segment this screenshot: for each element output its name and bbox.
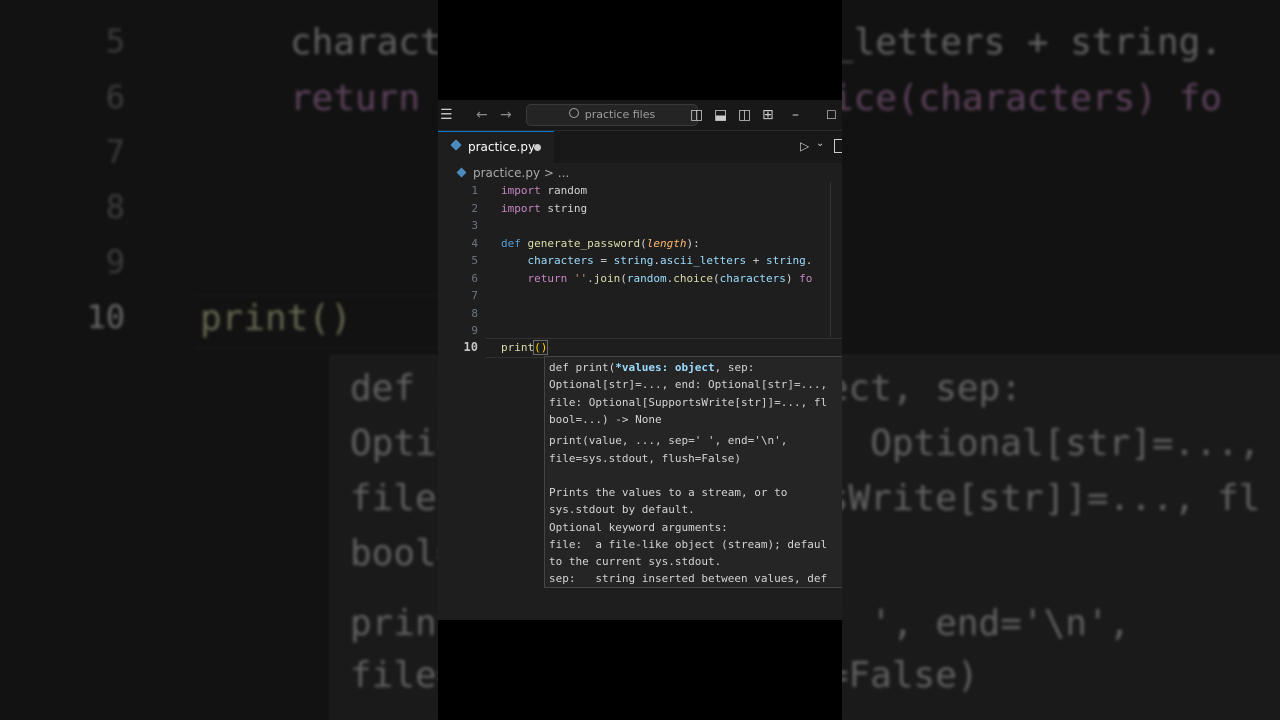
hover-doc-line: print(value, ..., sep=' ', end='\n', [549, 434, 788, 447]
tab-bar: practice.py ▷ ⌄ [438, 131, 842, 164]
hover-signature-line: bool=...) -> None [549, 413, 662, 426]
toggle-primary-sidebar-icon[interactable]: ◫ [690, 106, 703, 124]
code-text: return ''.join(random.choice(characters)… [527, 271, 813, 285]
bg-code-line: return ''.join(random.choice(characters)… [842, 78, 1222, 119]
bg-hover-line: file=sys.stdout, flush=False) [350, 655, 438, 696]
code-line[interactable]: 1 import random [438, 182, 842, 199]
bg-hover-line: print(value, ..., sep=' ', end='\n', [842, 603, 1131, 644]
title-bar: ☰ ← → practice files ◫ ⬓ ◫ ⊞ – ☐ [438, 100, 842, 131]
hover-doc-line: file: a file-like object (stream); defau… [549, 538, 828, 551]
code-line[interactable]: 2 import string [438, 200, 842, 217]
bg-hover-line: def print(*values: object, sep: [350, 368, 438, 409]
tab-practice-py[interactable]: practice.py [438, 131, 554, 164]
bg-hover-line: file=sys.stdout, flush=False) [842, 655, 979, 696]
maximize-icon[interactable]: ☐ [826, 106, 837, 124]
hover-signature-line: Optional[str]=..., end: Optional[str]=..… [549, 378, 828, 391]
bg-code-line: characters = string.ascii_letters + stri… [290, 22, 438, 63]
run-icon[interactable]: ▷ [800, 139, 809, 153]
hover-doc-line: sys.stdout by default. [549, 503, 695, 516]
minimize-icon[interactable]: – [792, 106, 799, 124]
menu-icon[interactable]: ☰ [440, 106, 453, 124]
python-file-icon [450, 139, 462, 151]
code-line[interactable]: 10 print() [438, 339, 842, 356]
blurred-background-right: characters = string.ascii_letters + stri… [842, 0, 1280, 720]
line-number: 3 [471, 219, 478, 232]
unsaved-dot-icon[interactable] [534, 144, 541, 151]
line-number: 7 [471, 289, 478, 302]
hover-signature-line: def print(*values: object, sep: [549, 361, 755, 374]
code-text: import random [501, 184, 588, 197]
search-icon [568, 108, 579, 118]
bg-line-number: 5 [105, 22, 125, 60]
bg-hover-line: Optional[str]=..., end: Optional[str]=..… [842, 423, 1261, 464]
code-line[interactable]: 6 return ''.join(random.choice(character… [438, 270, 842, 287]
bg-hover-line: file: Optional[SupportsWrite[str]]=..., … [842, 478, 1261, 519]
code-text: characters = string.ascii_letters + stri… [527, 254, 813, 267]
hover-doc-line: to the current sys.stdout. [549, 555, 722, 568]
bg-hover-line: print(value, ..., sep=' ', end='\n', [350, 603, 438, 644]
hover-doc-line: Optional keyword arguments: [549, 521, 728, 534]
chevron-down-icon[interactable]: ⌄ [816, 138, 824, 149]
bg-hover-line: def print(*values: object, sep: [842, 368, 1022, 409]
code-line[interactable]: 4 def generate_password(length): [438, 235, 842, 252]
line-number: 10 [463, 340, 478, 354]
code-text: print() [501, 340, 549, 355]
line-number: 5 [471, 254, 478, 267]
breadcrumb: practice.py > ... [456, 166, 569, 180]
code-line[interactable]: 5 characters = string.ascii_letters + st… [438, 252, 842, 269]
code-line[interactable]: 3 [438, 217, 842, 234]
toggle-panel-icon[interactable]: ⬓ [714, 106, 727, 124]
line-number: 6 [471, 271, 478, 285]
search-input[interactable]: practice files [526, 104, 698, 126]
back-arrow-icon[interactable]: ← [476, 106, 488, 124]
line-number: 9 [471, 324, 478, 337]
split-editor-icon[interactable] [834, 139, 842, 153]
line-number: 1 [471, 184, 478, 197]
code-line[interactable]: 8 [438, 305, 842, 322]
bg-line-number: 7 [105, 133, 125, 171]
bg-line-number: 10 [86, 298, 125, 336]
editor-window: ☰ ← → practice files ◫ ⬓ ◫ ⊞ – ☐ practic… [438, 100, 842, 620]
code-text: def generate_password(length): [501, 236, 700, 250]
python-file-icon [456, 167, 467, 178]
tab-label: practice.py [468, 140, 536, 154]
hover-doc-line: sep: string inserted between values, def [549, 572, 828, 585]
breadcrumb-separator: > [543, 166, 554, 180]
bg-line-number: 8 [105, 188, 125, 226]
signature-hover-tooltip: def print(*values: object, sep: Optional… [544, 356, 842, 588]
line-number: 2 [471, 201, 478, 215]
bg-hover-line: Optional[str]=..., end: Optional[str]=..… [350, 423, 438, 464]
bg-code-line: print() [200, 298, 352, 339]
toggle-secondary-sidebar-icon[interactable]: ◫ [738, 106, 751, 124]
bg-code-line: characters = string.ascii_letters + stri… [842, 22, 1222, 63]
code-line[interactable]: 9 [438, 322, 842, 339]
line-number: 4 [471, 236, 478, 250]
hover-doc-line: Prints the values to a stream, or to [549, 486, 788, 499]
customize-layout-icon[interactable]: ⊞ [762, 106, 774, 124]
code-text: import string [501, 201, 588, 215]
line-number: 8 [471, 306, 478, 320]
bg-hover-line: file: Optional[SupportsWrite[str]]=..., … [350, 478, 438, 519]
bg-line-number: 9 [105, 243, 125, 281]
breadcrumb-more[interactable]: ... [558, 166, 569, 180]
bg-line-number: 6 [105, 78, 125, 116]
bg-code-line: return ''.join(random.choice(characters)… [290, 78, 421, 119]
bg-hover-line: bool=...) -> None [350, 533, 438, 574]
hover-doc-line: file=sys.stdout, flush=False) [549, 452, 742, 465]
search-placeholder: practice files [584, 108, 656, 121]
breadcrumb-file[interactable]: practice.py [473, 166, 540, 180]
code-line[interactable]: 7 [438, 287, 842, 304]
blurred-background-left: 5 6 7 8 9 10 characters = string.ascii_l… [0, 0, 438, 720]
forward-arrow-icon[interactable]: → [500, 106, 512, 124]
hover-signature-line: file: Optional[SupportsWrite[str]]=..., … [549, 396, 828, 409]
